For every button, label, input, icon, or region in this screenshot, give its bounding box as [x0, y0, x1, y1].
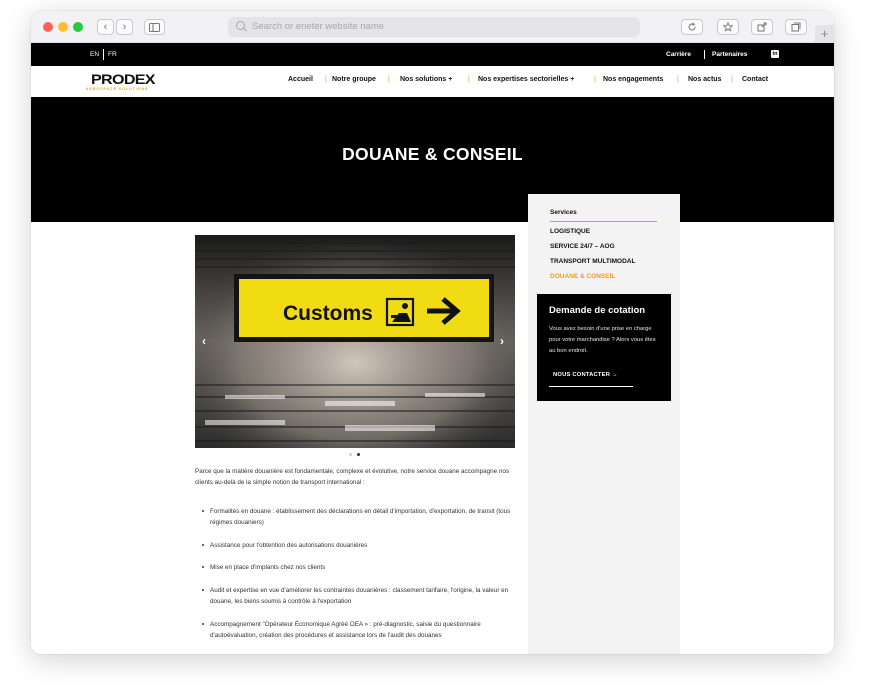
services-sidebar: Services LOGISTIQUE SERVICE 24/7 – AOG T…: [528, 194, 680, 654]
nav-nos-solutions[interactable]: Nos solutions +: [400, 76, 452, 83]
nav-contact[interactable]: Contact: [742, 76, 768, 83]
minimize-window-button[interactable]: [58, 22, 68, 32]
sidebar-toggle-button[interactable]: [144, 19, 165, 35]
nav-separator: |: [325, 76, 327, 83]
sidebar-item-douane-conseil[interactable]: DOUANE & CONSEIL: [550, 273, 615, 280]
slider-next-button[interactable]: ›: [500, 334, 504, 348]
hero-banner: DOUANE & CONSEIL: [31, 97, 834, 222]
nav-separator: |: [731, 76, 733, 83]
sidebar-item-transport-multimodal[interactable]: TRANSPORT MULTIMODAL: [550, 258, 635, 265]
reload-icon: [688, 22, 696, 31]
nav-separator: |: [677, 76, 679, 83]
button-underline: [549, 386, 633, 387]
browser-toolbar: ‹ › Search or eneter website name +: [31, 11, 834, 43]
nav-separator: |: [594, 76, 596, 83]
intro-paragraph: Parce que la matière douanière est fonda…: [195, 468, 509, 486]
logo-tagline: AEROSPACE SOLUTIONS: [86, 87, 149, 91]
contact-us-button[interactable]: NOUS CONTACTER →: [553, 372, 618, 378]
bookmark-button[interactable]: [717, 19, 739, 35]
lang-divider: [103, 49, 104, 60]
list-item: Mise en place d'implants chez nos client…: [202, 562, 515, 573]
share-icon: [757, 22, 767, 32]
new-tab-button[interactable]: +: [815, 25, 834, 43]
customs-sign-photo: Customs: [195, 235, 515, 448]
tabs-icon: [791, 22, 801, 32]
quote-title: Demande de cotation: [549, 305, 646, 316]
back-button[interactable]: ‹: [97, 19, 114, 35]
list-item: Accompagnement "Opérateur Économique Agr…: [202, 619, 515, 641]
careers-link[interactable]: Carrière: [666, 51, 691, 58]
nav-notre-groupe[interactable]: Notre groupe: [332, 76, 376, 83]
nav-separator: |: [388, 76, 390, 83]
share-button[interactable]: [751, 19, 773, 35]
forward-button[interactable]: ›: [116, 19, 133, 35]
sidebar-item-logistique[interactable]: LOGISTIQUE: [550, 228, 590, 235]
page-title: DOUANE & CONSEIL: [342, 144, 523, 164]
list-item: Assistance pour l'obtention des autorisa…: [202, 540, 515, 551]
topbar-divider: [704, 50, 705, 59]
quote-box: Demande de cotation Vous avez besoin d'u…: [537, 294, 671, 401]
site-topbar: EN FR Carrière Partenaires in: [31, 43, 834, 66]
maximize-window-button[interactable]: [73, 22, 83, 32]
sidebar-heading: Services: [550, 209, 577, 216]
nav-nos-actus[interactable]: Nos actus: [688, 76, 721, 83]
browser-window: ‹ › Search or eneter website name + EN F…: [31, 11, 834, 654]
list-item: Formalités en douane : établissement des…: [202, 506, 515, 528]
logo-wordmark: PRODEX: [91, 71, 156, 87]
list-item: Audit et expertise en vue d'améliorer le…: [202, 585, 515, 607]
linkedin-icon[interactable]: in: [771, 50, 779, 58]
partners-link[interactable]: Partenaires: [712, 51, 747, 58]
reload-button[interactable]: [681, 19, 703, 35]
search-icon: [236, 21, 245, 30]
sidebar-icon: [149, 23, 160, 32]
slider-prev-button[interactable]: ‹: [202, 334, 206, 348]
address-placeholder: Search or eneter website name: [252, 21, 385, 32]
image-slider: Customs ‹ ›: [195, 235, 515, 448]
star-icon: [722, 21, 734, 32]
slider-dot-1[interactable]: [349, 453, 352, 456]
nav-accueil[interactable]: Accueil: [288, 76, 313, 83]
main-navbar: PRODEX AEROSPACE SOLUTIONS Accueil | Not…: [31, 66, 834, 97]
lang-en-link[interactable]: EN: [90, 51, 99, 58]
tabs-overview-button[interactable]: [785, 19, 807, 35]
lang-fr-link[interactable]: FR: [108, 51, 117, 58]
close-window-button[interactable]: [43, 22, 53, 32]
sign-text: Customs: [283, 302, 373, 325]
sidebar-item-service-aog[interactable]: SERVICE 24/7 – AOG: [550, 243, 615, 250]
sidebar-divider: [550, 221, 657, 222]
nav-nos-engagements[interactable]: Nos engagements: [603, 76, 663, 83]
address-bar[interactable]: Search or eneter website name: [228, 17, 640, 37]
nav-separator: |: [468, 76, 470, 83]
quote-text: Vous avez besoin d'une prise en charge p…: [549, 326, 656, 354]
nav-nos-expertises[interactable]: Nos expertises sectorielles +: [478, 76, 574, 83]
slider-dot-2[interactable]: [357, 453, 360, 456]
